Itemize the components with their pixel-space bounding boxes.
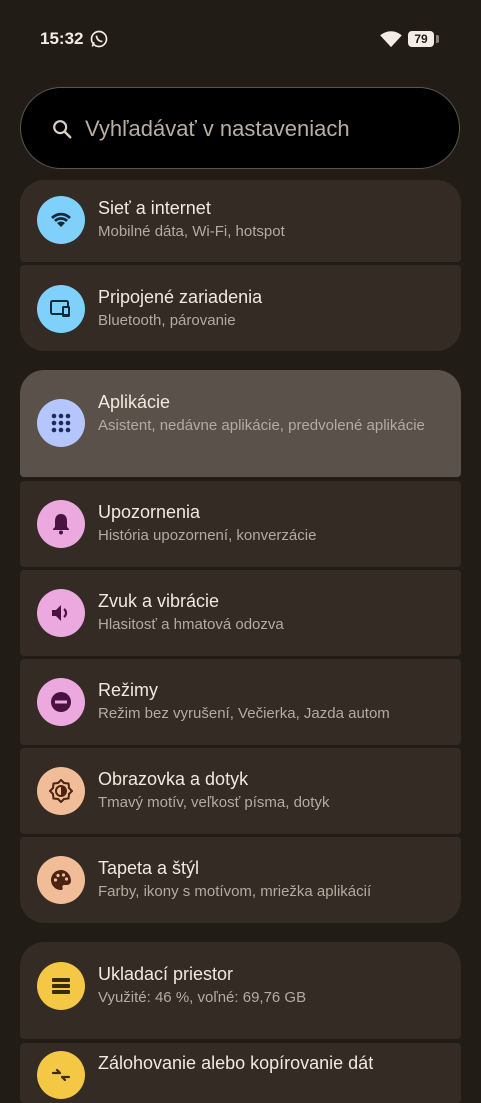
item-subtitle: Hlasitosť a hmatová odozva bbox=[98, 616, 284, 633]
whatsapp-icon bbox=[90, 30, 108, 48]
item-subtitle: Farby, ikony s motívom, mriežka aplikáci… bbox=[98, 883, 372, 900]
settings-item-modes[interactable]: Režimy Režim bez vyrušení, Večierka, Jaz… bbox=[20, 659, 461, 745]
settings-item-display[interactable]: Obrazovka a dotyk Tmavý motív, veľkosť p… bbox=[20, 748, 461, 834]
item-subtitle: Asistent, nedávne aplikácie, predvolené … bbox=[98, 417, 425, 434]
item-subtitle: Mobilné dáta, Wi‑Fi, hotspot bbox=[98, 223, 285, 240]
wifi-status-icon bbox=[380, 31, 402, 48]
item-subtitle: Využité: 46 %, voľné: 69,76 GB bbox=[98, 989, 307, 1006]
battery-indicator: 79 bbox=[408, 31, 434, 47]
search-icon bbox=[53, 120, 72, 139]
item-title: Sieť a internet bbox=[98, 198, 211, 218]
settings-item-wallpaper[interactable]: Tapeta a štýl Farby, ikony s motívom, mr… bbox=[20, 837, 461, 923]
item-subtitle: Tmavý motív, veľkosť písma, dotyk bbox=[98, 794, 330, 811]
item-title: Ukladací priestor bbox=[98, 964, 234, 984]
item-title: Zvuk a vibrácie bbox=[98, 591, 220, 611]
item-title: Tapeta a štýl bbox=[98, 858, 200, 878]
battery-tip bbox=[436, 35, 439, 43]
minus-circle-icon bbox=[37, 678, 85, 726]
item-title: Aplikácie bbox=[98, 392, 171, 412]
item-subtitle: Bluetooth, párovanie bbox=[98, 312, 236, 329]
item-title: Režimy bbox=[98, 680, 159, 700]
backup-icon bbox=[37, 1051, 85, 1099]
item-title: Upozornenia bbox=[98, 502, 201, 522]
apps-icon bbox=[37, 399, 85, 447]
settings-item-notifications[interactable]: Upozornenia História upozornení, konverz… bbox=[20, 481, 461, 567]
settings-item-backup[interactable]: Zálohovanie alebo kopírovanie dát bbox=[20, 1043, 461, 1103]
brightness-icon bbox=[37, 767, 85, 815]
settings-item-apps[interactable]: Aplikácie Asistent, nedávne aplikácie, p… bbox=[20, 370, 461, 477]
search-bar[interactable]: Vyhľadávať v nastaveniach bbox=[20, 87, 460, 169]
storage-icon bbox=[37, 962, 85, 1010]
item-title: Zálohovanie alebo kopírovanie dát bbox=[98, 1053, 374, 1073]
item-title: Obrazovka a dotyk bbox=[98, 769, 249, 789]
settings-item-network[interactable]: Sieť a internet Mobilné dáta, Wi‑Fi, hot… bbox=[20, 180, 461, 262]
settings-item-connected-devices[interactable]: Pripojené zariadenia Bluetooth, párovani… bbox=[20, 265, 461, 351]
item-subtitle: História upozornení, konverzácie bbox=[98, 527, 317, 544]
palette-icon bbox=[37, 856, 85, 904]
item-subtitle: Režim bez vyrušení, Večierka, Jazda auto… bbox=[98, 705, 390, 722]
clock: 15:32 bbox=[40, 29, 84, 48]
item-title: Pripojené zariadenia bbox=[98, 287, 263, 307]
wifi-icon bbox=[37, 196, 85, 244]
settings-item-sound[interactable]: Zvuk a vibrácie Hlasitosť a hmatová odoz… bbox=[20, 570, 461, 656]
devices-icon bbox=[37, 285, 85, 333]
speaker-icon bbox=[37, 589, 85, 637]
search-placeholder: Vyhľadávať v nastaveniach bbox=[85, 116, 350, 141]
status-bar: 15:32 79 bbox=[0, 0, 481, 78]
settings-item-storage[interactable]: Ukladací priestor Využité: 46 %, voľné: … bbox=[20, 942, 461, 1039]
bell-icon bbox=[37, 500, 85, 548]
